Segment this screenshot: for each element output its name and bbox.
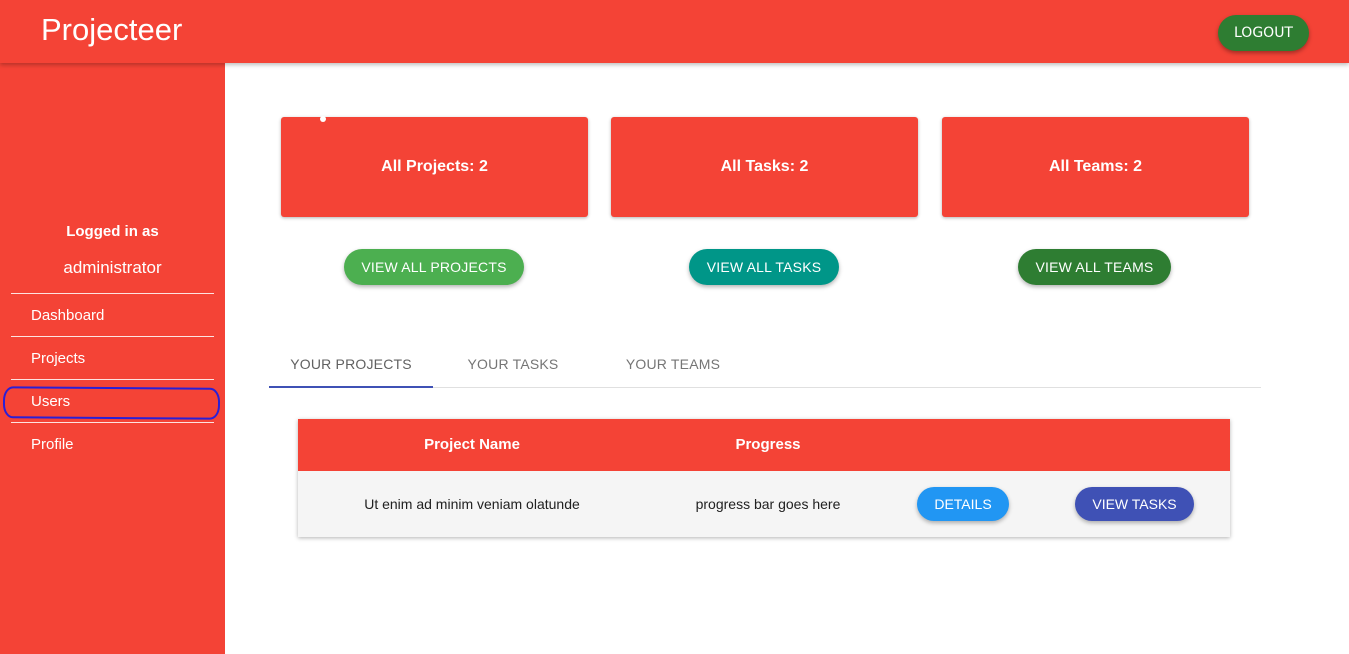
sidebar: Logged in as administrator Dashboard Pro… <box>0 63 225 654</box>
ripple-dot <box>320 116 326 122</box>
logged-in-username: administrator <box>63 258 162 277</box>
sidebar-item-profile[interactable]: Profile <box>11 422 214 465</box>
sidebar-item-projects[interactable]: Projects <box>11 336 214 379</box>
brand-title: Projecteer <box>41 12 183 47</box>
table-header: Project Name Progress <box>298 419 1230 471</box>
view-all-tasks-button[interactable]: VIEW ALL TASKS <box>689 249 839 285</box>
sidebar-item-dashboard[interactable]: Dashboard <box>11 293 214 336</box>
stat-card-label: All Teams: 2 <box>1048 158 1143 175</box>
sidebar-item-users[interactable]: Users <box>11 379 214 422</box>
stat-card-teams: All Teams: 2 <box>942 117 1249 217</box>
stat-card-label: All Projects: 2 <box>381 158 488 175</box>
stat-card-tasks: All Tasks: 2 <box>611 117 918 217</box>
projects-table: Project Name Progress Ut enim ad minim v… <box>298 419 1230 537</box>
stat-card-projects: All Projects: 2 <box>281 116 588 217</box>
logged-in-label: Logged in as <box>66 223 159 240</box>
tab-your-teams[interactable]: YOUR TEAMS <box>593 340 753 388</box>
tab-bar: YOUR PROJECTS YOUR TASKS YOUR TEAMS <box>269 340 1261 388</box>
top-app-bar: Projecteer LOGOUT <box>0 0 1349 63</box>
details-button[interactable]: DETAILS <box>917 487 1009 521</box>
tab-your-projects[interactable]: YOUR PROJECTS <box>269 340 433 388</box>
project-name-cell: Ut enim ad minim veniam olatunde <box>364 496 580 512</box>
stat-card-label: All Tasks: 2 <box>720 158 809 175</box>
sidebar-nav: Dashboard Projects Users Profile <box>11 293 214 465</box>
column-header-progress: Progress <box>735 436 801 453</box>
view-all-teams-button[interactable]: VIEW ALL TEAMS <box>1018 249 1171 285</box>
progress-cell: progress bar goes here <box>695 496 841 512</box>
view-tasks-button[interactable]: VIEW TASKS <box>1075 487 1194 521</box>
logout-button[interactable]: LOGOUT <box>1218 15 1309 51</box>
view-all-projects-button[interactable]: VIEW ALL PROJECTS <box>344 249 524 285</box>
column-header-project-name: Project Name <box>424 436 520 453</box>
tab-your-tasks[interactable]: YOUR TASKS <box>433 340 593 388</box>
table-row: Ut enim ad minim veniam olatunde progres… <box>298 471 1230 537</box>
